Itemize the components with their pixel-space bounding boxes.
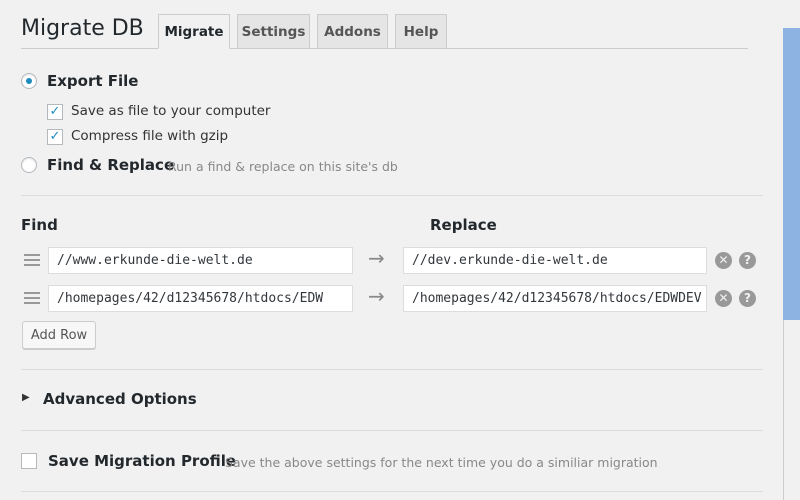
drag-handle-icon[interactable] <box>24 292 40 304</box>
tab-settings[interactable]: Settings <box>237 14 310 49</box>
export-file-label: Export File <box>47 72 139 90</box>
tab-help[interactable]: Help <box>395 14 447 49</box>
arrow-right-icon: → <box>368 284 385 308</box>
scrollbar-thumb[interactable] <box>783 28 800 320</box>
find-input[interactable]: //www.erkunde-die-welt.de <box>48 247 353 274</box>
gzip-checkbox[interactable]: ✓ <box>47 129 63 145</box>
save-profile-hint: Save the above settings for the next tim… <box>225 455 658 470</box>
divider <box>21 195 763 196</box>
export-file-radio[interactable] <box>21 73 37 89</box>
find-replace-label: Find & Replace <box>47 156 175 174</box>
add-row-button[interactable]: Add Row <box>22 321 96 349</box>
save-profile-checkbox[interactable] <box>21 453 37 469</box>
replace-header: Replace <box>430 216 497 234</box>
divider <box>21 430 763 431</box>
triangle-right-icon[interactable]: ▶ <box>22 392 30 403</box>
remove-row-icon[interactable]: ✕ <box>715 290 732 307</box>
scrollbar-track[interactable] <box>783 320 784 500</box>
save-profile-label: Save Migration Profile <box>48 452 237 470</box>
replace-input[interactable]: //dev.erkunde-die-welt.de <box>403 247 707 274</box>
save-file-label: Save as file to your computer <box>71 103 271 119</box>
find-input[interactable]: /homepages/42/d12345678/htdocs/EDW <box>48 285 353 312</box>
find-header: Find <box>21 216 58 234</box>
remove-row-icon[interactable]: ✕ <box>715 252 732 269</box>
divider <box>21 491 763 492</box>
help-icon[interactable]: ? <box>739 252 756 269</box>
tab-migrate[interactable]: Migrate <box>158 14 230 49</box>
divider <box>21 369 763 370</box>
find-replace-hint: Run a find & replace on this site's db <box>168 159 398 174</box>
page-title: Migrate DB <box>21 16 144 41</box>
gzip-label: Compress file with gzip <box>71 128 229 144</box>
save-file-checkbox[interactable]: ✓ <box>47 104 63 120</box>
arrow-right-icon: → <box>368 246 385 270</box>
help-icon[interactable]: ? <box>739 290 756 307</box>
tab-addons[interactable]: Addons <box>317 14 388 49</box>
replace-input[interactable]: /homepages/42/d12345678/htdocs/EDWDEV <box>403 285 707 312</box>
advanced-options-toggle[interactable]: Advanced Options <box>43 390 197 408</box>
find-replace-radio[interactable] <box>21 157 37 173</box>
drag-handle-icon[interactable] <box>24 254 40 266</box>
